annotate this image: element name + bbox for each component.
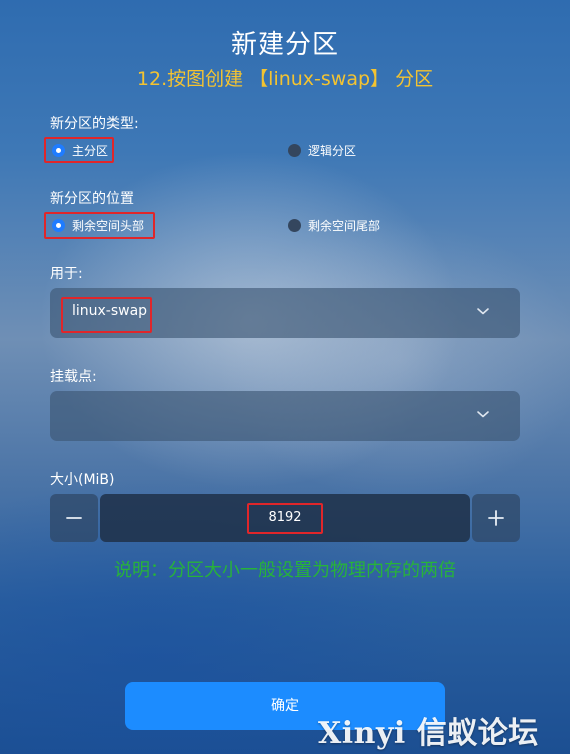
radio-unchecked-icon — [288, 219, 301, 232]
annotation-highlight-box — [44, 137, 114, 163]
radio-label-logical: 逻辑分区 — [308, 144, 357, 158]
minus-icon — [66, 517, 82, 519]
annotation-highlight-box — [247, 503, 323, 534]
dialog-title: 新建分区 — [230, 30, 339, 60]
size-increment-button[interactable] — [472, 494, 520, 542]
plus-icon — [488, 510, 504, 526]
mount-point-label: 挂载点: — [50, 369, 97, 385]
annotation-highlight-box — [44, 212, 155, 239]
partition-type-label: 新分区的类型: — [50, 116, 139, 132]
annotation-highlight-box — [61, 297, 152, 333]
radio-unchecked-icon — [288, 144, 301, 157]
size-label: 大小(MiB) — [50, 472, 115, 488]
radio-logical-partition[interactable]: 逻辑分区 — [288, 142, 356, 159]
size-decrement-button[interactable] — [50, 494, 98, 542]
radio-free-space-end[interactable]: 剩余空间尾部 — [288, 217, 380, 234]
partition-location-label: 新分区的位置 — [50, 191, 134, 207]
watermark: Xinyi 信蚁论坛 — [318, 716, 539, 751]
radio-label-end: 剩余空间尾部 — [308, 219, 381, 233]
annotation-subtitle: 12.按图创建 【linux-swap】 分区 — [136, 68, 434, 90]
chevron-down-icon — [477, 411, 489, 418]
mount-point-select[interactable] — [50, 391, 520, 441]
chevron-down-icon — [477, 308, 489, 315]
filesystem-label: 用于: — [50, 266, 83, 282]
annotation-note: 说明：分区大小一般设置为物理内存的两倍 — [114, 560, 456, 581]
